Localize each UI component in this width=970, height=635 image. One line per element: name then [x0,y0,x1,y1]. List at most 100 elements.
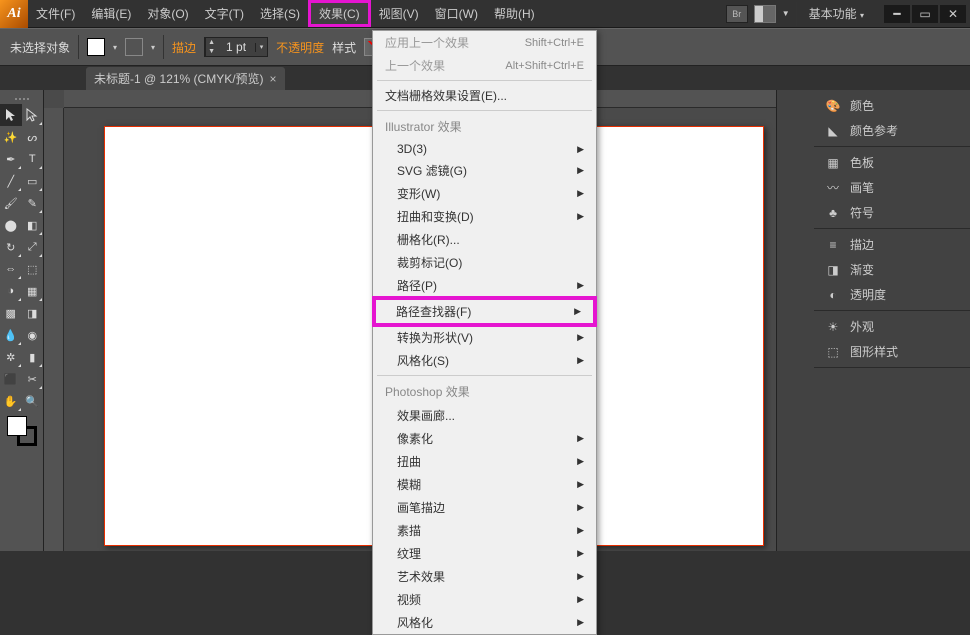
panel-color[interactable]: 🎨颜色 [814,93,970,118]
gradient-tool[interactable]: ◨ [22,302,44,324]
blob-brush-tool[interactable]: ⬤ [0,214,22,236]
panel-swatches[interactable]: ▦色板 [814,150,970,175]
fill-stroke-control[interactable] [0,412,43,450]
shape-builder-tool[interactable]: ◑ [0,280,22,302]
panel-dock[interactable] [776,90,814,551]
direct-selection-tool[interactable] [22,104,44,126]
menu-crop-marks[interactable]: 裁剪标记(O) [373,251,596,274]
type-tool[interactable]: T [22,148,44,170]
close-button[interactable]: ✕ [940,5,966,23]
lasso-tool[interactable]: ᔕ [22,126,44,148]
swatches-icon: ▦ [824,156,842,170]
fill-options-icon[interactable] [125,38,143,56]
menu-pathfinder[interactable]: 路径查找器(F)▶ [372,296,597,327]
graphic-styles-icon: ⬚ [824,345,842,359]
panel-brushes[interactable]: 〰画笔 [814,175,970,200]
selection-tool[interactable] [0,104,22,126]
menu-3d[interactable]: 3D(3)▶ [373,139,596,159]
chevron-down-icon[interactable]: ▾ [113,43,117,52]
pen-tool[interactable]: ✒ [0,148,22,170]
free-transform-tool[interactable]: ⬚ [22,258,44,280]
menu-distort-transform[interactable]: 扭曲和变换(D)▶ [373,205,596,228]
rectangle-tool[interactable]: ▭ [22,170,44,192]
menu-header-photoshop: Photoshop 效果 [373,379,596,404]
menu-view[interactable]: 视图(V) [371,0,427,27]
hand-tool[interactable]: ✋ [0,390,22,412]
menu-path[interactable]: 路径(P)▶ [373,274,596,297]
column-graph-tool[interactable]: ▮ [22,346,44,368]
menu-stylize-ai[interactable]: 风格化(S)▶ [373,349,596,372]
menu-convert-shape[interactable]: 转换为形状(V)▶ [373,326,596,349]
menu-sketch[interactable]: 素描▶ [373,519,596,542]
panel-gradient[interactable]: ◨渐变 [814,257,970,282]
artboard-tool[interactable]: ⬛ [0,368,22,390]
fill-swatch[interactable] [7,416,27,436]
maximize-button[interactable]: ▭ [912,5,938,23]
document-tab[interactable]: 未标题-1 @ 121% (CMYK/预览) × [86,67,285,90]
menu-apply-last-effect[interactable]: 应用上一个效果Shift+Ctrl+E [373,31,596,54]
panel-symbols[interactable]: ♣符号 [814,200,970,225]
menu-rasterize[interactable]: 栅格化(R)... [373,228,596,251]
rotate-tool[interactable]: ↻ [0,236,22,258]
eyedropper-tool[interactable]: 💧 [0,324,22,346]
menu-svg-filters[interactable]: SVG 滤镜(G)▶ [373,159,596,182]
menu-blur[interactable]: 模糊▶ [373,473,596,496]
magic-wand-tool[interactable]: ✨ [0,126,22,148]
panel-transparency[interactable]: ◐透明度 [814,282,970,307]
menubar: 文件(F) 编辑(E) 对象(O) 文字(T) 选择(S) 效果(C) 视图(V… [28,0,543,27]
bridge-icon[interactable]: Br [726,5,748,23]
line-tool[interactable]: ╱ [0,170,22,192]
menu-raster-effect-settings[interactable]: 文档栅格效果设置(E)... [373,84,596,107]
menu-distort-ps[interactable]: 扭曲▶ [373,450,596,473]
width-tool[interactable]: ⇔ [0,258,22,280]
menu-effect[interactable]: 效果(C) [308,0,371,27]
stroke-label[interactable]: 描边 [172,39,196,56]
selection-status: 未选择对象 [10,39,70,56]
chevron-down-icon[interactable]: ▾ [151,43,155,52]
panels-sidebar: 🎨颜色 ◣颜色参考 ▦色板 〰画笔 ♣符号 ≡描边 ◨渐变 ◐透明度 ☀外观 ⬚… [814,90,970,551]
mesh-tool[interactable]: ▩ [0,302,22,324]
menu-edit[interactable]: 编辑(E) [83,0,139,27]
panel-stroke[interactable]: ≡描边 [814,232,970,257]
menu-select[interactable]: 选择(S) [252,0,308,27]
menu-effect-gallery[interactable]: 效果画廊... [373,404,596,427]
panel-appearance[interactable]: ☀外观 [814,314,970,339]
close-tab-icon[interactable]: × [270,72,277,86]
ruler-vertical[interactable] [44,108,64,551]
menu-header-illustrator: Illustrator 效果 [373,114,596,139]
panel-graphic-styles[interactable]: ⬚图形样式 [814,339,970,364]
zoom-tool[interactable]: 🔍 [22,390,44,412]
stroke-weight-input[interactable]: ▲▼ 1 pt ▾ [204,37,268,57]
workspace-switcher[interactable]: 基本功能 ▾ [803,5,870,22]
menu-help[interactable]: 帮助(H) [486,0,543,27]
pencil-tool[interactable]: ✎ [22,192,44,214]
menu-brush-strokes[interactable]: 画笔描边▶ [373,496,596,519]
menu-stylize-ps[interactable]: 风格化▶ [373,611,596,634]
layout-switcher-icon[interactable] [754,5,776,23]
slice-tool[interactable]: ✂ [22,368,44,390]
menu-texture[interactable]: 纹理▶ [373,542,596,565]
menu-warp[interactable]: 变形(W)▶ [373,182,596,205]
panel-color-guide[interactable]: ◣颜色参考 [814,118,970,143]
paintbrush-tool[interactable]: 🖌 [0,192,22,214]
menu-window[interactable]: 窗口(W) [427,0,486,27]
menu-type[interactable]: 文字(T) [197,0,252,27]
menu-video[interactable]: 视频▶ [373,588,596,611]
color-guide-icon: ◣ [824,124,842,138]
symbols-icon: ♣ [824,206,842,220]
eraser-tool[interactable]: ◧ [22,214,44,236]
menu-last-effect[interactable]: 上一个效果Alt+Shift+Ctrl+E [373,54,596,77]
toolbox: ✨ ᔕ ✒ T ╱ ▭ 🖌 ✎ ⬤ ◧ ↻ ⤢ ⇔ ⬚ ◑ ▦ [0,90,44,551]
perspective-grid-tool[interactable]: ▦ [22,280,44,302]
menu-pixelate[interactable]: 像素化▶ [373,427,596,450]
symbol-sprayer-tool[interactable]: ✲ [0,346,22,368]
blend-tool[interactable]: ◉ [22,324,44,346]
fill-swatch[interactable] [87,38,105,56]
opacity-label[interactable]: 不透明度 [276,39,324,56]
menu-artistic[interactable]: 艺术效果▶ [373,565,596,588]
menu-object[interactable]: 对象(O) [139,0,196,27]
scale-tool[interactable]: ⤢ [22,236,44,258]
toolbox-grip[interactable] [0,94,43,104]
minimize-button[interactable]: ━ [884,5,910,23]
menu-file[interactable]: 文件(F) [28,0,83,27]
